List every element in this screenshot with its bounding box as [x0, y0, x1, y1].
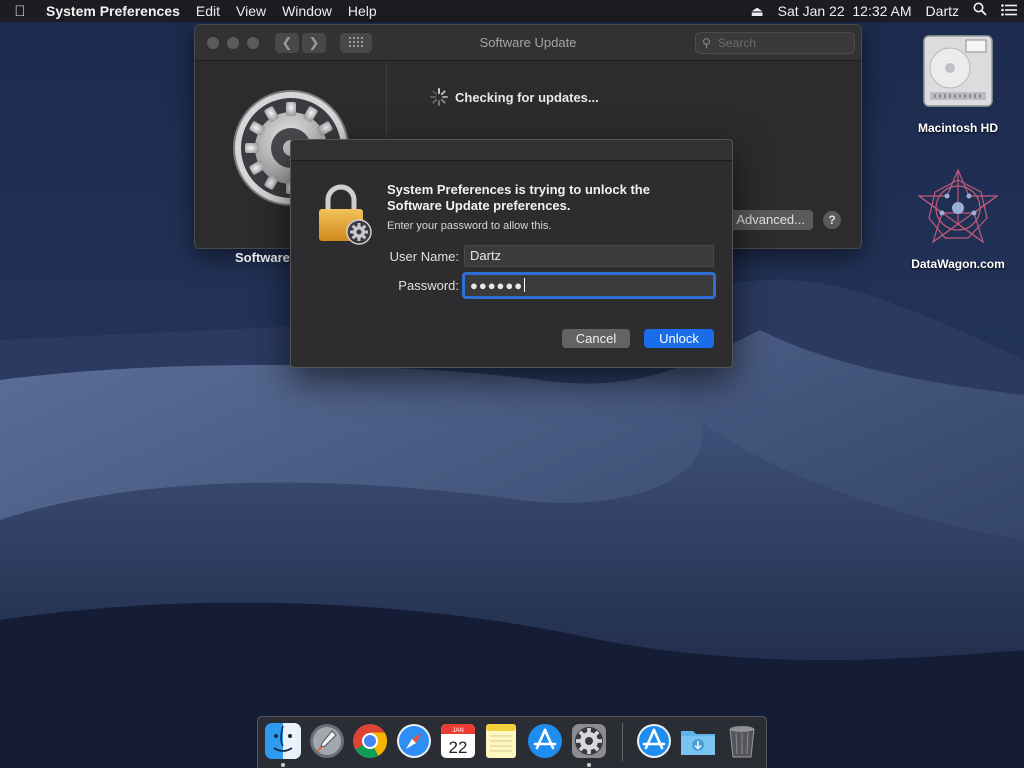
running-indicator [587, 763, 591, 767]
menubar-time: 12:32 AM [852, 3, 912, 19]
datawagon-logo-icon [917, 168, 999, 244]
menubar-clock[interactable]: Sat Jan 22 12:32 AM [771, 0, 919, 22]
window-titlebar: ❮ ❯ Software Update ⚲ Search [195, 25, 861, 61]
dialog-heading-line-2: Software Update preferences. [387, 198, 571, 213]
search-icon: ⚲ [702, 36, 711, 50]
password-field[interactable]: ●●●●●● [464, 274, 714, 297]
trash-icon[interactable] [723, 722, 761, 760]
menu-bar:  System Preferences Edit View Window He… [0, 0, 1024, 22]
unlock-button[interactable]: Unlock [644, 329, 714, 348]
menu-view[interactable]: View [228, 0, 274, 22]
search-input[interactable]: ⚲ Search [695, 32, 855, 54]
preference-pane-label: Software [235, 250, 290, 265]
username-field[interactable]: Dartz [464, 245, 714, 267]
dialog-subtext: Enter your password to allow this. [387, 220, 552, 232]
app-store-download-icon[interactable] [635, 722, 673, 760]
update-status-text: Checking for updates... [455, 90, 599, 105]
authentication-dialog: System Preferences is trying to unlock t… [290, 139, 733, 368]
launchpad-icon[interactable] [308, 722, 346, 760]
desktop-icon-label: Macintosh HD [917, 121, 998, 135]
menu-edit[interactable]: Edit [188, 0, 228, 22]
menu-help[interactable]: Help [340, 0, 385, 22]
menu-app-name[interactable]: System Preferences [40, 0, 188, 22]
running-indicator [281, 763, 285, 767]
apple-menu-icon[interactable]:  [0, 3, 40, 20]
loading-spinner-icon [430, 88, 448, 106]
chrome-icon[interactable] [351, 722, 389, 760]
calendar-icon[interactable]: JAN 22 [439, 722, 477, 760]
dock: JAN 22 [257, 716, 767, 768]
menubar-date: Sat Jan 22 [777, 3, 845, 19]
dialog-titlebar [291, 140, 732, 161]
dialog-heading-line-1: System Preferences is trying to unlock t… [387, 182, 650, 197]
app-store-icon[interactable] [526, 722, 564, 760]
downloads-folder-icon[interactable] [679, 722, 717, 760]
system-preferences-icon[interactable] [570, 722, 608, 760]
username-label: User Name: [389, 249, 459, 264]
eject-icon[interactable]: ⏏ [743, 0, 770, 22]
spotlight-search-icon[interactable] [966, 0, 994, 22]
password-label: Password: [398, 278, 459, 293]
dock-separator [622, 723, 623, 761]
search-placeholder: Search [718, 36, 757, 50]
calendar-month: JAN [452, 728, 463, 734]
desktop-icon-macintosh-hd[interactable]: Macintosh HD [903, 32, 1013, 135]
notes-icon[interactable] [482, 722, 520, 760]
dialog-heading: System Preferences is trying to unlock t… [387, 182, 707, 214]
menubar-user[interactable]: Dartz [919, 0, 966, 22]
lock-icon [319, 184, 372, 245]
hard-drive-icon [923, 35, 993, 107]
desktop-icon-datawagon[interactable]: DataWagon.com [903, 168, 1013, 271]
menu-window[interactable]: Window [274, 0, 340, 22]
advanced-button[interactable]: Advanced... [725, 210, 813, 230]
cancel-button[interactable]: Cancel [562, 329, 630, 348]
calendar-day: 22 [449, 738, 468, 757]
password-dots: ●●●●●● [470, 278, 524, 293]
help-button[interactable]: ? [823, 211, 841, 229]
finder-icon[interactable] [264, 722, 302, 760]
notification-center-icon[interactable] [994, 0, 1024, 22]
text-caret [524, 278, 526, 292]
safari-icon[interactable] [395, 722, 433, 760]
desktop-icon-label: DataWagon.com [911, 257, 1005, 271]
